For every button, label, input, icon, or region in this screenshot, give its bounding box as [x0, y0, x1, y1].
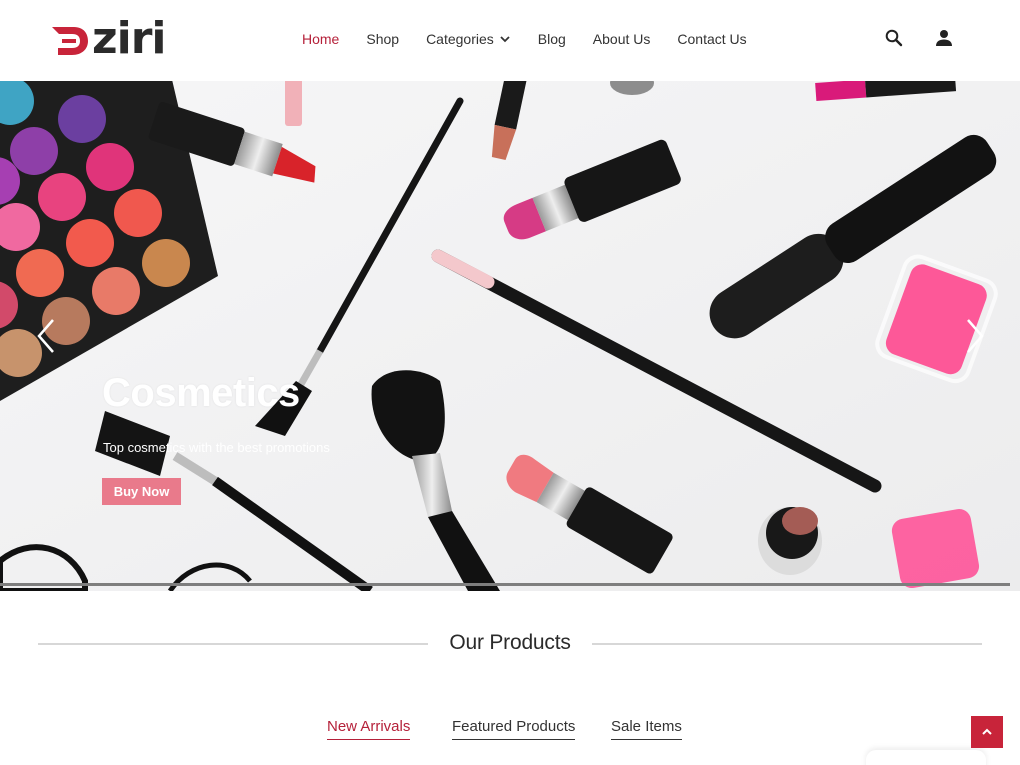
chevron-up-icon	[982, 728, 992, 735]
nav-categories-label: Categories	[426, 31, 494, 47]
buy-now-button[interactable]: Buy Now	[102, 478, 181, 505]
nav-categories[interactable]: Categories	[426, 31, 511, 47]
brand-logo[interactable]: ziri	[50, 13, 166, 64]
chevron-down-icon	[500, 36, 510, 43]
section-divider-right	[592, 643, 982, 645]
tab-sale-items[interactable]: Sale Items	[611, 718, 682, 740]
nav-blog[interactable]: Blog	[538, 31, 566, 47]
chevron-right-icon[interactable]	[962, 316, 988, 356]
section-divider-left	[38, 643, 428, 645]
user-icon[interactable]	[934, 28, 954, 48]
brand-name: ziri	[92, 13, 166, 64]
scroll-to-top-button[interactable]	[971, 716, 1003, 748]
nav-about[interactable]: About Us	[593, 31, 651, 47]
dziri-logo-mark-icon	[52, 27, 88, 55]
site-header: ziri Home Shop Categories Blog About Us …	[0, 0, 1020, 81]
hero-subtitle: Top cosmetics with the best promotions	[103, 440, 330, 455]
search-icon[interactable]	[884, 28, 904, 48]
section-title: Our Products	[449, 631, 571, 654]
tab-new-arrivals[interactable]: New Arrivals	[327, 718, 411, 740]
hero-image	[0, 81, 1020, 591]
hero-title: Cosmetics	[102, 371, 300, 415]
hero-slider: Cosmetics Top cosmetics with the best pr…	[0, 81, 1020, 591]
main-nav: Home Shop Categories Blog About Us Conta…	[302, 31, 774, 47]
nav-home[interactable]: Home	[302, 31, 339, 47]
nav-contact[interactable]: Contact Us	[677, 31, 746, 47]
nav-shop[interactable]: Shop	[366, 31, 399, 47]
tab-featured-products[interactable]: Featured Products	[452, 718, 576, 740]
chevron-left-icon[interactable]	[33, 316, 59, 356]
chat-widget-peek[interactable]	[866, 750, 986, 765]
slider-progress-bar	[0, 583, 1010, 586]
